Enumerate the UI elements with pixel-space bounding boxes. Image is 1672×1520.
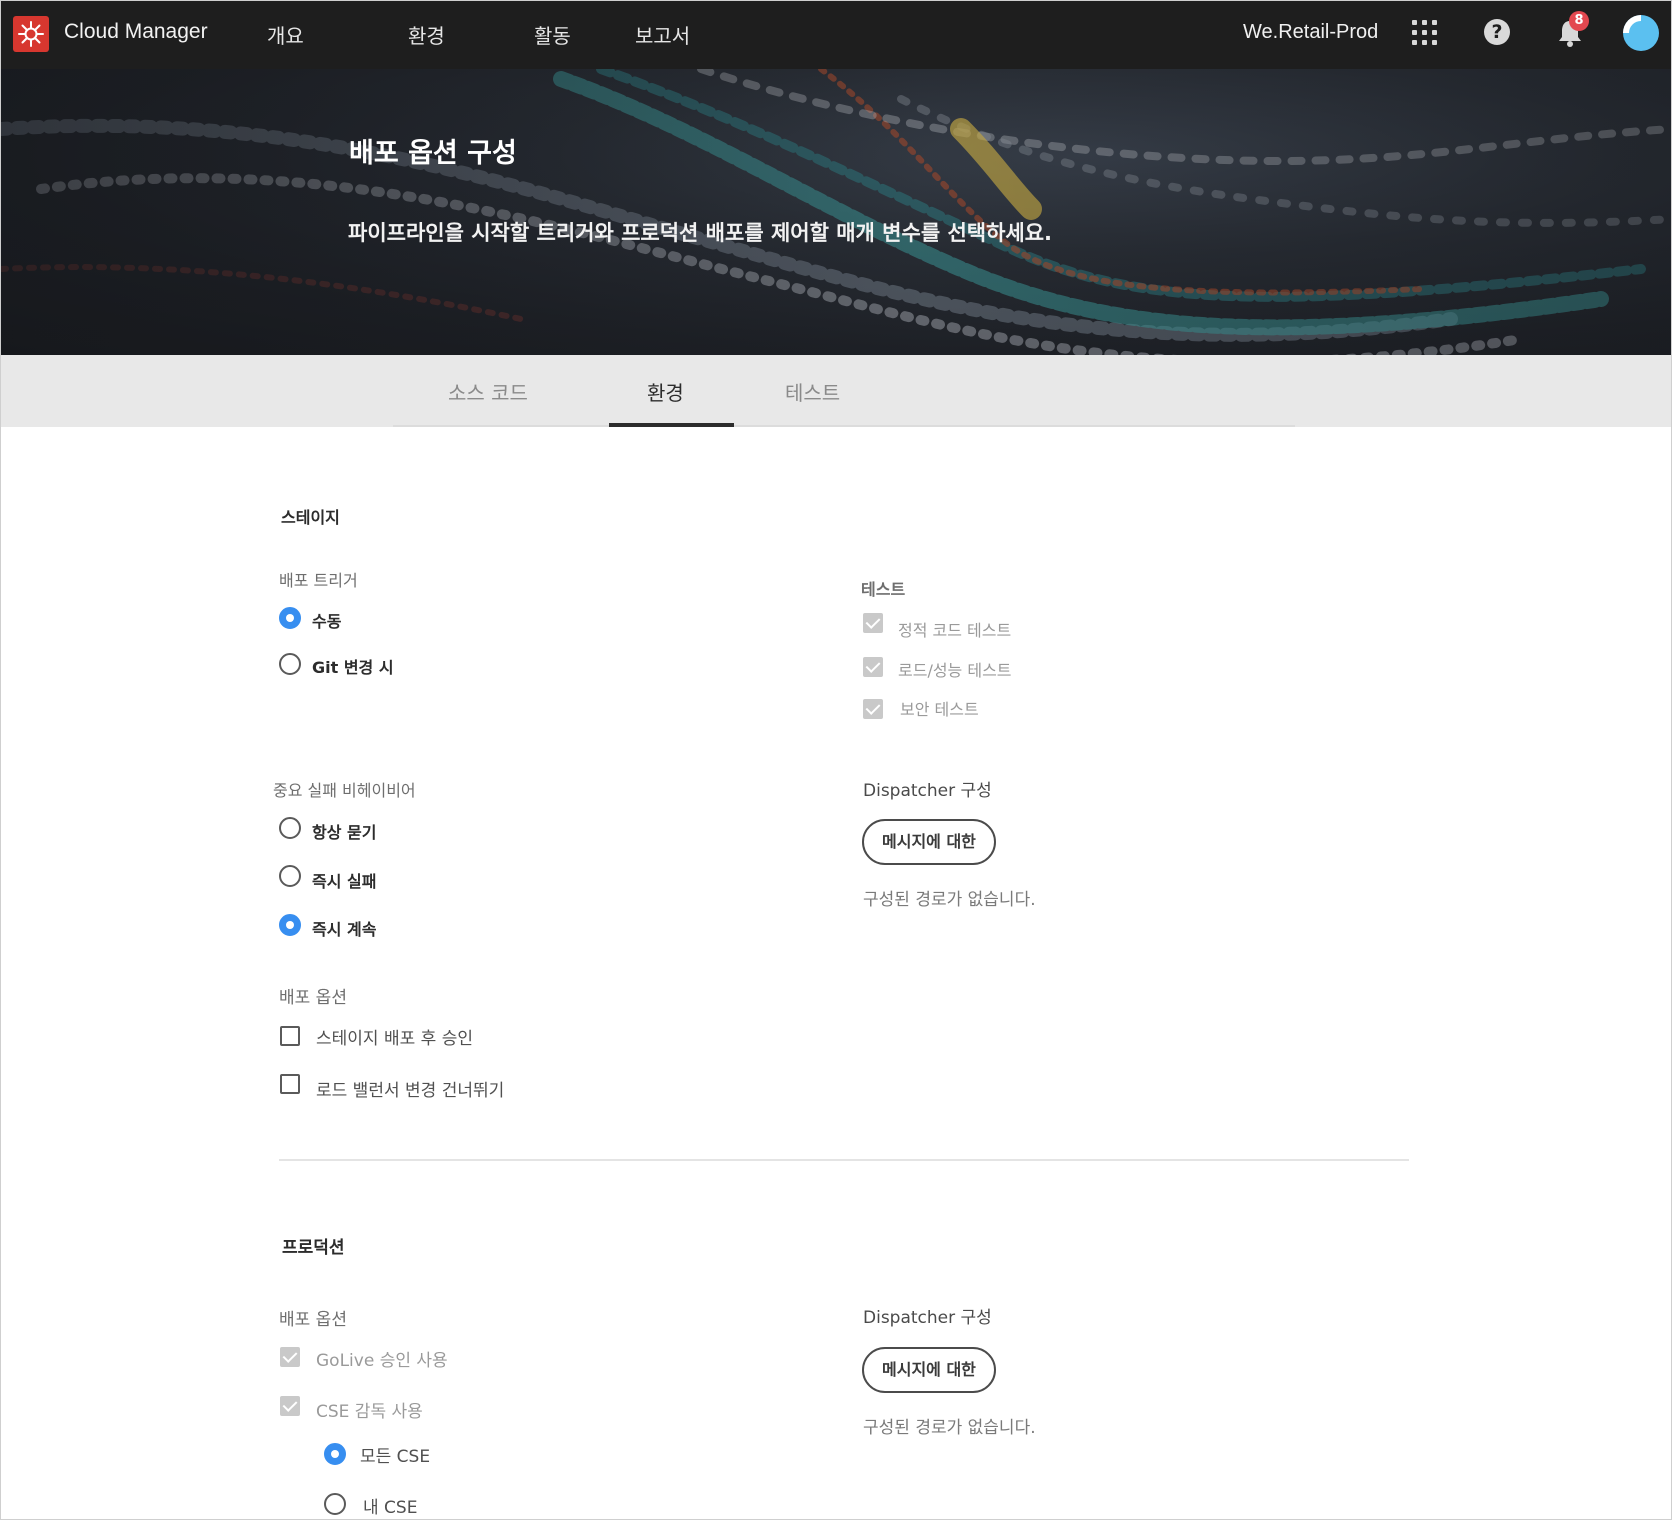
approve-after-stage-checkbox[interactable] <box>280 1026 300 1046</box>
failure-continue-label: 즉시 계속 <box>312 920 377 939</box>
failure-ask-radio[interactable] <box>279 817 301 839</box>
adobe-logo-icon[interactable] <box>13 16 49 52</box>
stage-dispatcher-label: Dispatcher 구성 <box>863 781 992 801</box>
section-divider <box>279 1159 1409 1161</box>
trigger-git-label: Git 변경 시 <box>312 658 394 677</box>
help-icon[interactable]: ? <box>1484 19 1510 45</box>
apps-grid-icon[interactable] <box>1412 20 1438 46</box>
load-test-checkbox <box>863 657 883 677</box>
stage-deploy-options-label: 배포 옵션 <box>279 988 347 1008</box>
failure-behavior-label: 중요 실패 비헤이비어 <box>273 781 416 800</box>
static-code-test-checkbox <box>863 613 883 633</box>
top-nav-bar: Cloud Manager 개요 환경 활동 보고서 We.Retail-Pro… <box>1 1 1671 69</box>
all-cse-label: 모든 CSE <box>360 1447 431 1467</box>
prod-deploy-options-label: 배포 옵션 <box>279 1310 347 1330</box>
my-cse-radio[interactable] <box>324 1493 346 1515</box>
failure-ask-label: 항상 묻기 <box>312 823 377 842</box>
production-section-title: 프로덕션 <box>282 1238 345 1258</box>
failure-fail-label: 즉시 실패 <box>312 872 377 891</box>
cse-oversight-checkbox <box>280 1396 300 1416</box>
nav-item-environments[interactable]: 환경 <box>408 20 445 49</box>
nav-item-overview[interactable]: 개요 <box>267 20 304 49</box>
stage-section-title: 스테이지 <box>281 508 340 527</box>
skip-lb-change-checkbox[interactable] <box>280 1074 300 1094</box>
nav-item-reports[interactable]: 보고서 <box>635 20 690 49</box>
skip-lb-change-label: 로드 밸런서 변경 건너뛰기 <box>316 1081 505 1101</box>
app-window: Cloud Manager 개요 환경 활동 보고서 We.Retail-Pro… <box>0 0 1672 1520</box>
prod-dispatcher-empty-note: 구성된 경로가 없습니다. <box>863 1418 1036 1438</box>
prod-dispatcher-label: Dispatcher 구성 <box>863 1308 992 1328</box>
main-content: 스테이지 배포 트리거 수동 Git 변경 시 테스트 정적 코드 테스트 로드… <box>1 427 1671 1519</box>
avatar[interactable] <box>1623 15 1659 51</box>
tab-bar: 소스 코드 환경 테스트 <box>1 355 1671 427</box>
hero-overlay <box>1 69 1671 355</box>
page-subtitle: 파이프라인을 시작할 트리거와 프로덕션 배포를 제어할 매개 변수를 선택하세… <box>348 221 1053 245</box>
my-cse-label: 내 CSE <box>363 1498 418 1518</box>
tab-environments[interactable]: 환경 <box>647 377 684 406</box>
page-title: 배포 옵션 구성 <box>349 138 517 169</box>
tab-tests[interactable]: 테스트 <box>785 377 840 406</box>
trigger-manual-label: 수동 <box>312 612 342 631</box>
approve-after-stage-label: 스테이지 배포 후 승인 <box>316 1029 473 1049</box>
load-test-label: 로드/성능 테스트 <box>898 661 1012 680</box>
trigger-git-radio[interactable] <box>279 653 301 675</box>
hero-banner: 배포 옵션 구성 파이프라인을 시작할 트리거와 프로덕션 배포를 제어할 매개… <box>1 69 1671 355</box>
security-test-checkbox <box>863 699 883 719</box>
deploy-trigger-label: 배포 트리거 <box>279 571 358 590</box>
trigger-manual-radio[interactable] <box>279 607 301 629</box>
golive-approval-checkbox <box>280 1347 300 1367</box>
cse-oversight-label: CSE 감독 사용 <box>316 1402 423 1422</box>
tests-label: 테스트 <box>861 580 906 599</box>
nav-item-activity[interactable]: 활동 <box>534 20 571 49</box>
static-code-test-label: 정적 코드 테스트 <box>898 621 1012 640</box>
notification-badge: 8 <box>1569 11 1589 31</box>
stage-dispatcher-button[interactable]: 메시지에 대한 <box>862 819 996 865</box>
tab-source-code[interactable]: 소스 코드 <box>448 377 528 406</box>
failure-fail-radio[interactable] <box>279 865 301 887</box>
app-title[interactable]: Cloud Manager <box>64 20 208 44</box>
golive-approval-label: GoLive 승인 사용 <box>316 1351 448 1371</box>
failure-continue-radio[interactable] <box>279 914 301 936</box>
all-cse-radio[interactable] <box>324 1443 346 1465</box>
org-switcher[interactable]: We.Retail-Prod <box>1243 21 1378 44</box>
security-test-label: 보안 테스트 <box>900 700 979 719</box>
stage-dispatcher-empty-note: 구성된 경로가 없습니다. <box>863 890 1036 910</box>
prod-dispatcher-button[interactable]: 메시지에 대한 <box>862 1347 996 1393</box>
